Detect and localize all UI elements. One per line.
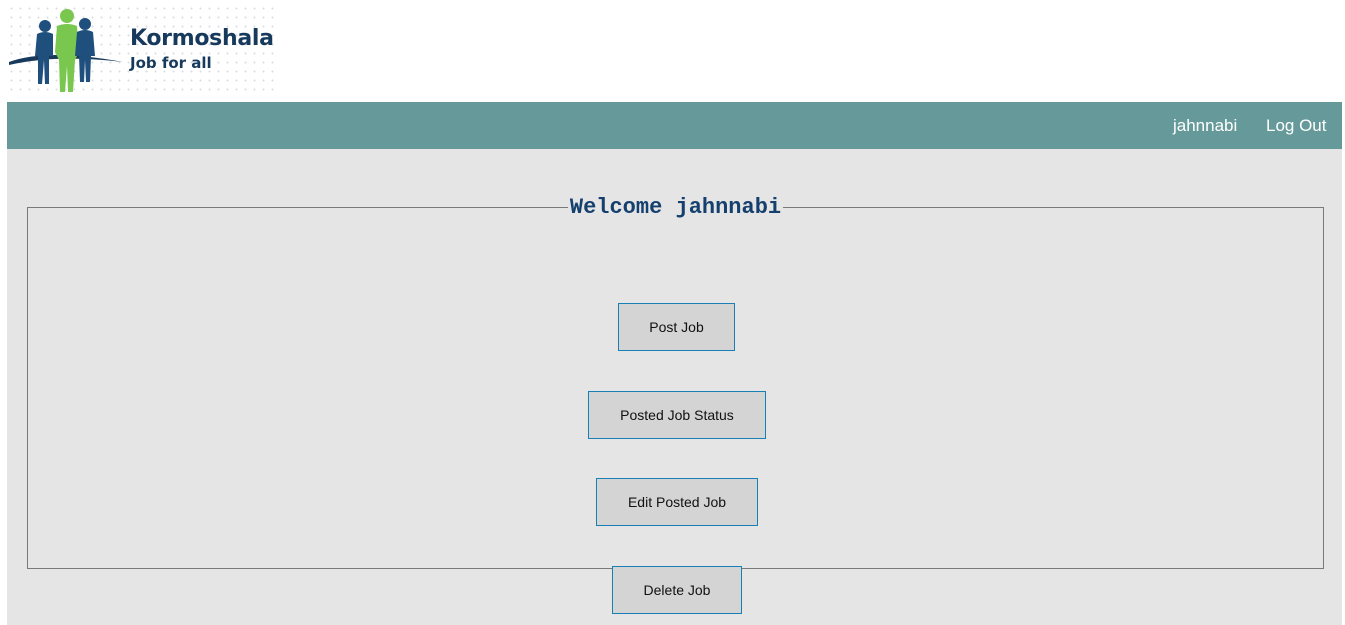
brand-name: Kormoshala xyxy=(130,26,274,51)
edit-posted-job-button[interactable]: Edit Posted Job xyxy=(596,478,758,526)
post-job-button[interactable]: Post Job xyxy=(618,303,735,351)
page: Kormoshala Job for all jahnnabi Log Out … xyxy=(0,0,1345,625)
logout-link[interactable]: Log Out xyxy=(1266,116,1327,136)
main-content: Welcome jahnnabi Post Job Posted Job Sta… xyxy=(7,149,1342,625)
top-navbar: jahnnabi Log Out xyxy=(7,102,1342,149)
nav-username-link[interactable]: jahnnabi xyxy=(1173,116,1237,136)
site-logo[interactable]: Kormoshala Job for all xyxy=(7,4,275,96)
employer-actions-panel: Welcome jahnnabi Post Job Posted Job Sta… xyxy=(27,195,1324,614)
delete-job-button[interactable]: Delete Job xyxy=(612,566,742,614)
people-silhouettes-icon xyxy=(9,9,123,92)
welcome-heading: Welcome jahnnabi xyxy=(569,195,782,220)
posted-job-status-button[interactable]: Posted Job Status xyxy=(588,391,766,439)
brand-tagline: Job for all xyxy=(130,54,212,72)
